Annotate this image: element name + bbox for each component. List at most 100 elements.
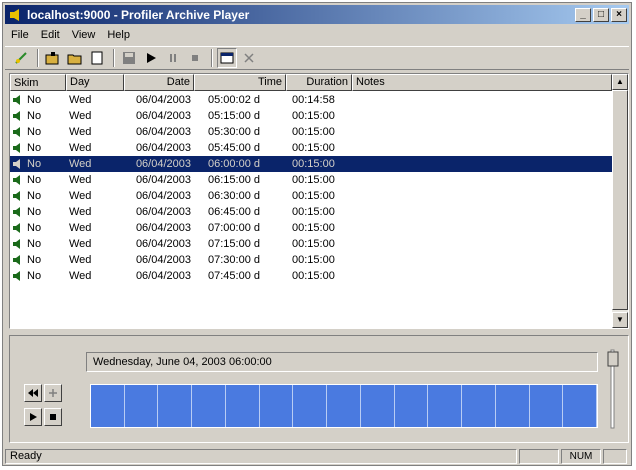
scroll-down-button[interactable]: ▼ xyxy=(612,312,628,328)
timeline-segment[interactable] xyxy=(395,385,429,427)
table-row[interactable]: No Wed 06/04/2003 06:00:00 d 00:15:00 xyxy=(10,156,612,172)
cell-day: Wed xyxy=(69,222,92,234)
timeline-segment[interactable] xyxy=(158,385,193,427)
timeline-segment[interactable] xyxy=(327,385,361,427)
new-document-icon xyxy=(91,51,103,65)
player-stop-button[interactable] xyxy=(44,408,62,426)
timeline-segment[interactable] xyxy=(293,385,328,427)
speaker-icon xyxy=(13,127,20,137)
vertical-scrollbar[interactable]: ▲ ▼ xyxy=(612,74,628,328)
num-lock-indicator: NUM xyxy=(561,449,601,464)
skim-value: No xyxy=(27,222,42,234)
timeline-segment[interactable] xyxy=(192,385,226,427)
column-header-notes[interactable]: Notes xyxy=(352,74,612,91)
table-row[interactable]: No Wed 06/04/2003 07:00:00 d 00:15:00 xyxy=(10,220,612,236)
timeline-segment[interactable] xyxy=(496,385,530,427)
table-row[interactable]: No Wed 06/04/2003 05:00:02 d 00:14:58 xyxy=(10,92,612,108)
timeline-segment[interactable] xyxy=(361,385,395,427)
timeline-segment[interactable] xyxy=(428,385,463,427)
cell-day: Wed xyxy=(69,270,92,282)
table-row[interactable]: No Wed 06/04/2003 06:30:00 d 00:15:00 xyxy=(10,188,612,204)
timeline-segment[interactable] xyxy=(260,385,294,427)
scroll-up-button[interactable]: ▲ xyxy=(612,74,628,90)
table-row[interactable]: No Wed 06/04/2003 07:45:00 d 00:15:00 xyxy=(10,268,612,284)
menu-file[interactable]: File xyxy=(5,29,35,41)
table-row[interactable]: No Wed 06/04/2003 05:15:00 d 00:15:00 xyxy=(10,108,612,124)
player-panel: Wednesday, June 04, 2003 06:00:00 xyxy=(9,335,629,443)
cell-duration: 00:15:00 xyxy=(292,126,335,138)
open-button[interactable] xyxy=(65,48,85,68)
save-button[interactable] xyxy=(119,48,139,68)
column-header-day[interactable]: Day xyxy=(66,74,124,91)
cell-duration: 00:15:00 xyxy=(292,254,335,266)
cell-date: 06/04/2003 xyxy=(135,158,191,170)
menu-help[interactable]: Help xyxy=(101,29,136,41)
skim-value: No xyxy=(27,110,42,122)
timeline-segment[interactable] xyxy=(530,385,564,427)
speaker-icon xyxy=(13,111,20,121)
cell-duration: 00:14:58 xyxy=(292,94,335,106)
timeline-bar[interactable] xyxy=(90,384,598,428)
list-header: Skim Day Date Time Duration Notes xyxy=(10,74,612,91)
cell-skim: No xyxy=(10,254,66,266)
table-row[interactable]: No Wed 06/04/2003 05:45:00 d 00:15:00 xyxy=(10,140,612,156)
rewind-button[interactable] xyxy=(24,384,42,402)
cell-day: Wed xyxy=(69,142,92,154)
cell-date: 06/04/2003 xyxy=(135,142,191,154)
skim-value: No xyxy=(27,142,42,154)
cell-date: 06/04/2003 xyxy=(135,254,191,266)
cell-skim: No xyxy=(10,238,66,250)
table-row[interactable]: No Wed 06/04/2003 07:30:00 d 00:15:00 xyxy=(10,252,612,268)
play-icon xyxy=(30,413,37,421)
add-button[interactable] xyxy=(44,384,62,402)
cell-time: 07:00:00 d xyxy=(208,222,260,234)
minimize-button[interactable]: _ xyxy=(575,7,591,22)
cell-skim: No xyxy=(10,158,66,170)
pause-button[interactable] xyxy=(163,48,183,68)
skim-value: No xyxy=(27,206,42,218)
menu-edit[interactable]: Edit xyxy=(35,29,66,41)
play-button[interactable] xyxy=(141,48,161,68)
maximize-button[interactable]: □ xyxy=(593,7,609,22)
cell-date: 06/04/2003 xyxy=(135,206,191,218)
timeline-segment[interactable] xyxy=(91,385,125,427)
table-row[interactable]: No Wed 06/04/2003 05:30:00 d 00:15:00 xyxy=(10,124,612,140)
cell-time: 07:45:00 d xyxy=(208,270,260,282)
title-bar[interactable]: localhost:9000 - Profiler Archive Player… xyxy=(5,5,629,24)
column-header-duration[interactable]: Duration xyxy=(286,74,352,91)
cell-duration: 00:15:00 xyxy=(292,158,335,170)
current-datetime: Wednesday, June 04, 2003 06:00:00 xyxy=(86,352,598,372)
timeline-segment[interactable] xyxy=(563,385,598,427)
table-row[interactable]: No Wed 06/04/2003 07:15:00 d 00:15:00 xyxy=(10,236,612,252)
stop-button[interactable] xyxy=(185,48,205,68)
menu-bar: File Edit View Help xyxy=(5,26,629,44)
table-row[interactable]: No Wed 06/04/2003 06:45:00 d 00:15:00 xyxy=(10,204,612,220)
cell-day: Wed xyxy=(69,238,92,250)
skim-value: No xyxy=(27,158,42,170)
timeline-segment[interactable] xyxy=(125,385,159,427)
cell-date: 06/04/2003 xyxy=(135,222,191,234)
connect-button[interactable] xyxy=(11,48,31,68)
cell-date: 06/04/2003 xyxy=(135,270,191,282)
menu-view[interactable]: View xyxy=(66,29,102,41)
timeline-segment[interactable] xyxy=(226,385,260,427)
cell-day: Wed xyxy=(69,126,92,138)
cell-duration: 00:15:00 xyxy=(292,238,335,250)
new-document-button[interactable] xyxy=(87,48,107,68)
column-header-skim[interactable]: Skim xyxy=(10,74,66,91)
window-button[interactable] xyxy=(217,48,237,68)
player-play-button[interactable] xyxy=(24,408,42,426)
speaker-icon xyxy=(13,143,20,153)
timeline-segment[interactable] xyxy=(462,385,496,427)
scroll-thumb[interactable] xyxy=(612,90,628,310)
open-folder-button[interactable] xyxy=(43,48,63,68)
cell-duration: 00:15:00 xyxy=(292,270,335,282)
cell-date: 06/04/2003 xyxy=(135,190,191,202)
delete-button[interactable] xyxy=(239,48,259,68)
column-header-time[interactable]: Time xyxy=(194,74,286,91)
table-row[interactable]: No Wed 06/04/2003 06:15:00 d 00:15:00 xyxy=(10,172,612,188)
volume-slider[interactable] xyxy=(606,346,620,432)
cell-skim: No xyxy=(10,174,66,186)
close-button[interactable]: × xyxy=(611,7,627,22)
column-header-date[interactable]: Date xyxy=(124,74,194,91)
